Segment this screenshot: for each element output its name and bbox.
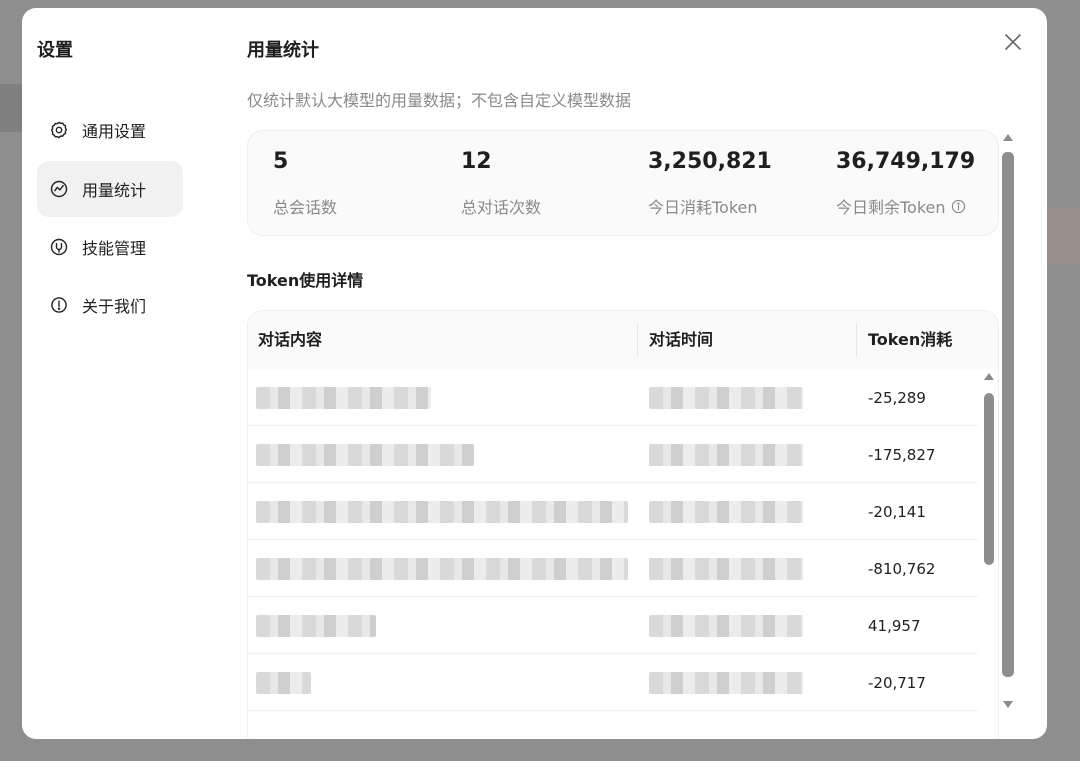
token-value: 41,957 <box>868 616 921 635</box>
token-value: -20,141 <box>868 502 926 521</box>
token-value: -20,717 <box>868 673 926 692</box>
column-header-content: 对话内容 <box>258 330 323 349</box>
redacted-content <box>256 671 311 694</box>
scroll-up-arrow[interactable] <box>984 373 994 380</box>
stat-label: 总会话数 <box>273 198 338 217</box>
sidebar-item-usage[interactable]: 用量统计 <box>37 161 183 217</box>
table-row[interactable]: -810,762 <box>248 540 978 597</box>
stat-value: 5 <box>273 149 289 174</box>
background-panel <box>0 84 22 132</box>
sidebar-item-about[interactable]: 关于我们 <box>37 277 183 333</box>
table-row[interactable]: -25,289 <box>248 369 978 426</box>
table-header: 对话内容 对话时间 Token消耗 <box>248 311 998 369</box>
settings-sidebar: 设置 通用设置 用量统计 技能管理 关于我们 <box>22 8 222 739</box>
close-button[interactable] <box>1003 32 1023 52</box>
table-scrollbar-thumb[interactable] <box>984 393 994 565</box>
redacted-time <box>649 614 803 637</box>
redacted-time <box>649 443 803 466</box>
column-header-time: 对话时间 <box>649 330 714 349</box>
gear-icon <box>48 119 70 141</box>
token-value: -25,289 <box>868 388 926 407</box>
settings-dialog: 设置 通用设置 用量统计 技能管理 关于我们 用量统计 仅统计默认大模型的用量数… <box>22 8 1047 739</box>
redacted-time <box>649 386 803 409</box>
redacted-content <box>256 443 474 466</box>
scroll-down-arrow[interactable] <box>1003 701 1013 708</box>
info-icon[interactable] <box>951 199 966 214</box>
sidebar-item-general[interactable]: 通用设置 <box>37 102 183 158</box>
usage-summary-card: 5 总会话数 12 总对话次数 3,250,821 今日消耗Token 36,7… <box>247 130 999 236</box>
redacted-content <box>256 614 376 637</box>
panel-scrollbar[interactable] <box>1001 134 1015 714</box>
sidebar-title: 设置 <box>37 40 73 61</box>
sidebar-item-label: 用量统计 <box>82 181 147 200</box>
redacted-content <box>256 557 628 580</box>
redacted-content <box>256 500 628 523</box>
column-divider <box>637 323 638 357</box>
scroll-up-arrow[interactable] <box>1003 134 1013 141</box>
token-usage-table: 对话内容 对话时间 Token消耗 -25,289 -175,827 -20,1… <box>247 310 999 739</box>
table-row[interactable]: -20,717 <box>248 654 978 711</box>
redacted-content <box>256 386 431 409</box>
sidebar-item-label: 关于我们 <box>82 297 147 316</box>
section-title: Token使用详情 <box>247 271 364 290</box>
stat-value: 12 <box>461 149 492 174</box>
stat-label: 总对话次数 <box>461 198 542 217</box>
column-header-tokens: Token消耗 <box>868 330 953 349</box>
skill-icon <box>48 236 70 258</box>
page-title: 用量统计 <box>247 40 319 61</box>
table-row[interactable]: -20,141 <box>248 483 978 540</box>
sidebar-item-skills[interactable]: 技能管理 <box>37 219 183 275</box>
stat-value: 3,250,821 <box>648 149 772 174</box>
chart-icon <box>48 178 70 200</box>
table-scrollbar[interactable] <box>983 373 995 713</box>
page-subtitle: 仅统计默认大模型的用量数据；不包含自定义模型数据 <box>247 91 632 110</box>
stat-label: 今日消耗Token <box>648 198 758 217</box>
sidebar-item-label: 技能管理 <box>82 239 147 258</box>
stat-value: 36,749,179 <box>836 149 976 174</box>
table-row[interactable]: -175,827 <box>248 426 978 483</box>
sidebar-item-label: 通用设置 <box>82 122 147 141</box>
redacted-time <box>649 671 803 694</box>
panel-scrollbar-thumb[interactable] <box>1002 152 1014 677</box>
token-value: -810,762 <box>868 559 936 578</box>
redacted-time <box>649 557 803 580</box>
stat-label: 今日剩余Token <box>836 194 966 218</box>
redacted-time <box>649 500 803 523</box>
close-icon <box>1005 34 1021 50</box>
background-panel <box>1047 208 1080 264</box>
column-divider <box>856 323 857 357</box>
table-body: -25,289 -175,827 -20,141 -810,762 41,957 <box>248 369 998 711</box>
table-row[interactable]: 41,957 <box>248 597 978 654</box>
info-icon <box>48 294 70 316</box>
token-value: -175,827 <box>868 445 936 464</box>
